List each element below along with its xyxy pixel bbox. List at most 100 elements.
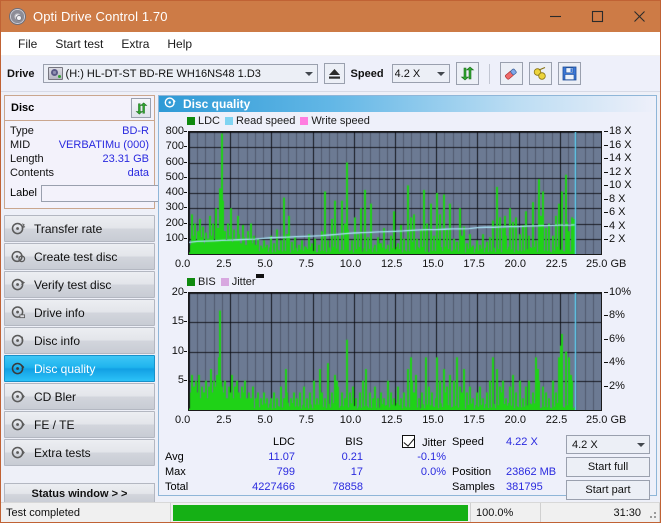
menu-extra[interactable]: Extra: [112, 35, 158, 53]
stats-header-ldc: LDC: [272, 436, 295, 448]
bis-chart-y2-axis: 2% 4% 6% 8% 10%: [604, 287, 654, 431]
y2-tick-mark: [604, 212, 608, 214]
y2-tick-mark: [604, 239, 608, 241]
bis-chart-x-axis: 0.0 2.5 5.0 7.5 10.0 12.5 15.0 17.5 20.0 22.5 25.0…: [161, 413, 654, 429]
sidebar-item-disc-info[interactable]: Disc info: [4, 327, 155, 354]
jitter-checkbox[interactable]: [402, 435, 416, 448]
speed-select[interactable]: 4.2 X: [391, 64, 450, 83]
y-tick-mark: [184, 161, 187, 163]
menu-file[interactable]: File: [9, 35, 46, 53]
legend-write-speed: Write speed: [300, 115, 370, 127]
x-tick-label: 20.0: [504, 414, 527, 426]
x-tick-label: 12.5: [381, 258, 403, 270]
y-tick-mark: [184, 146, 187, 148]
stats-speed-label: Speed: [452, 436, 484, 448]
y2-tick-label: 6 X: [609, 206, 626, 219]
stats-bis-total: 78858: [332, 481, 363, 493]
jitter-header: Jitter: [363, 435, 446, 450]
maximize-icon[interactable]: [576, 1, 618, 32]
start-full-button[interactable]: Start full: [566, 457, 650, 477]
erase-button[interactable]: [499, 62, 523, 85]
stats-col-info-values: 4.22 X 23862 MB 381795: [506, 435, 566, 507]
disc-refresh-button[interactable]: [131, 98, 151, 118]
minimize-icon[interactable]: [534, 1, 576, 32]
disc-info-header: Disc: [5, 96, 154, 121]
speed-select-value: 4.2 X: [394, 67, 421, 80]
ldc-chart-legend: LDC Read speed Write speed: [161, 114, 654, 127]
resize-grip-icon[interactable]: [647, 509, 657, 519]
x-tick-label: 5.0: [257, 414, 273, 426]
sidebar-item-extra-tests[interactable]: Extra tests: [4, 439, 155, 466]
menu-help[interactable]: Help: [158, 35, 201, 53]
speed-label: Speed: [350, 67, 384, 80]
bis-chart[interactable]: 5 10 15 20 2% 4% 6% 8% 10% 0.0 2.5 5.0 7.5 10.0 12.5…: [161, 287, 654, 431]
x-tick-label: 7.5: [298, 258, 314, 270]
start-part-button[interactable]: Start part: [566, 480, 650, 500]
ldc-chart[interactable]: 100 200 300 400 500 600 700 800 2 X4 X6 X8 X 10 …: [161, 125, 654, 275]
sidebar-item-transfer-rate[interactable]: Transfer rate: [4, 215, 155, 242]
settings-button[interactable]: [528, 62, 552, 85]
sidebar-item-verify-test-disc[interactable]: Verify test disc: [4, 271, 155, 298]
sidebar-nav: Transfer rate Create test disc Verify te…: [4, 215, 155, 505]
y2-tick-label: 6%: [609, 332, 625, 345]
eject-button[interactable]: [323, 63, 345, 84]
disc-row-value: 23.31 GB: [102, 153, 149, 165]
y-tick-mark: [184, 379, 187, 381]
sidebar-item-disc-quality[interactable]: Disc quality: [4, 355, 155, 382]
stats-ldc-avg: 11.07: [268, 451, 295, 463]
disc-row-contents: Contents data: [10, 166, 149, 180]
progress-bar: [173, 504, 468, 521]
disc-row-key: Type: [10, 125, 34, 137]
x-tick-label: 22.5: [545, 258, 568, 270]
y-tick-mark: [184, 237, 187, 239]
legend-label: BIS: [198, 275, 216, 288]
y2-tick-mark: [604, 171, 608, 173]
jitter-label: Jitter: [422, 437, 446, 449]
stats-samples-label: Samples: [452, 481, 495, 493]
y2-tick-label: 18 X: [609, 125, 632, 137]
disc-fete-icon: [11, 417, 26, 432]
stats-jitter-avg: -0.1%: [417, 451, 446, 463]
toolbar: Drive (H:) HL-DT-ST BD-RE WH16NS48 1.D3 …: [1, 56, 660, 92]
panel-header: Disc quality: [159, 96, 656, 112]
bis-chart-plot: [188, 292, 602, 411]
x-tick-label: 12.5: [381, 414, 403, 426]
y-tick-label: 300: [165, 201, 184, 214]
stats-ldc-max: 799: [276, 466, 295, 478]
ldc-chart-y-axis: 100 200 300 400 500 600 700 800: [161, 126, 187, 275]
stats-position-value: 23862 MB: [506, 466, 557, 478]
chevron-down-icon: [637, 442, 645, 447]
y-tick-label: 200: [165, 216, 184, 229]
y-tick-mark: [184, 350, 187, 352]
y2-tick-mark: [604, 292, 608, 293]
disc-rate-icon: [11, 221, 26, 236]
close-icon[interactable]: [618, 1, 660, 32]
stats-samples-value: 381795: [506, 481, 543, 493]
disc-extra-icon: [11, 445, 26, 460]
sidebar-item-fe-te[interactable]: FE / TE: [4, 411, 155, 438]
save-button[interactable]: [557, 62, 581, 85]
sidebar-item-drive-info[interactable]: Drive info: [4, 299, 155, 326]
sidebar-item-create-test-disc[interactable]: Create test disc: [4, 243, 155, 270]
x-tick-label: 17.5: [463, 258, 485, 270]
stats-header-bis: BIS: [345, 436, 363, 448]
test-speed-select[interactable]: 4.2 X: [566, 435, 650, 454]
legend-swatch-icon: [187, 116, 195, 125]
stats-jitter-spacer: [363, 480, 446, 495]
sidebar-item-cd-bler[interactable]: CD Bler: [4, 383, 155, 410]
y-tick-label: 500: [165, 170, 184, 183]
stats-position-label: Position: [452, 466, 492, 478]
stats-row-labels: Avg Max Total: [165, 435, 217, 507]
sidebar-item-label: Disc info: [34, 333, 81, 348]
legend-bis: BIS: [187, 276, 216, 288]
y-tick-mark: [184, 176, 187, 178]
drive-icon: [47, 67, 63, 80]
x-tick-label: 17.5: [463, 414, 485, 426]
legend-read-speed: Read speed: [225, 115, 295, 127]
legend-swatch-icon: [225, 116, 234, 125]
menu-start-test[interactable]: Start test: [46, 35, 112, 53]
refresh-button[interactable]: [455, 62, 479, 85]
disc-label-key: Label: [10, 187, 37, 199]
drive-select[interactable]: (H:) HL-DT-ST BD-RE WH16NS48 1.D3: [42, 64, 318, 83]
